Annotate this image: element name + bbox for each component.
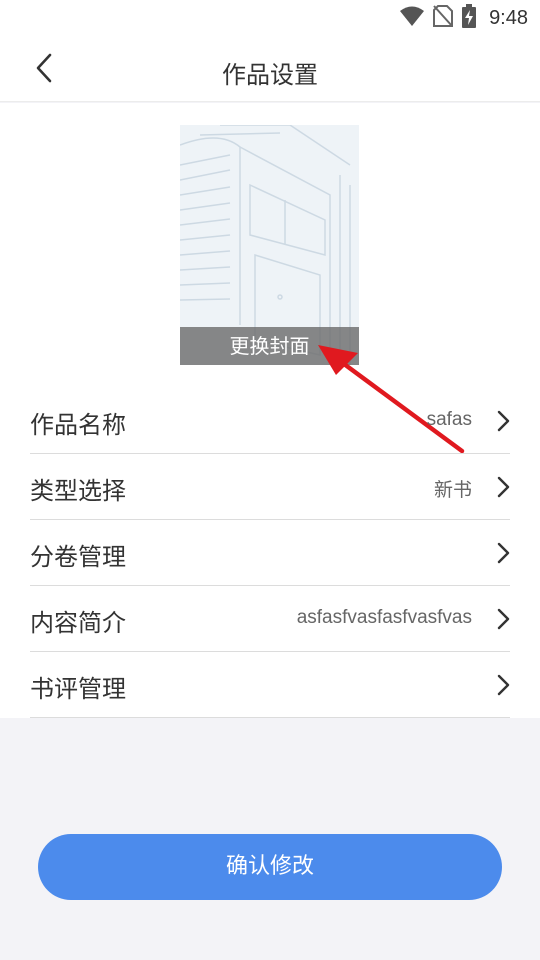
settings-panel: 更换封面 作品名称 safas 类型选择 新书 分卷管理 内容简介 asfasf… — [0, 103, 540, 718]
settings-row-volumes[interactable]: 分卷管理 — [30, 520, 510, 586]
chevron-right-icon — [497, 542, 510, 564]
row-label: 书评管理 — [30, 675, 126, 703]
app-bar: 作品设置 — [0, 36, 540, 102]
change-cover-label[interactable]: 更换封面 — [180, 327, 359, 365]
row-label: 类型选择 — [30, 477, 126, 505]
book-cover[interactable]: 更换封面 — [180, 125, 359, 365]
chevron-right-icon — [497, 410, 510, 432]
no-sim-icon — [433, 5, 454, 31]
settings-row-reviews[interactable]: 书评管理 — [30, 652, 510, 718]
row-value: 新书 — [433, 480, 472, 501]
row-label: 分卷管理 — [30, 543, 126, 571]
settings-row-synopsis[interactable]: 内容简介 asfasfvasfasfvasfvas — [30, 586, 510, 652]
chevron-right-icon — [497, 674, 510, 696]
battery-charging-icon — [461, 4, 477, 32]
row-label: 作品名称 — [30, 411, 126, 439]
status-time: 9:48 — [489, 6, 528, 29]
confirm-button[interactable]: 确认修改 — [38, 834, 502, 900]
chevron-right-icon — [497, 608, 510, 630]
settings-list: 作品名称 safas 类型选择 新书 分卷管理 内容简介 asfasfvasfa… — [30, 388, 510, 718]
row-value: safas — [426, 409, 472, 430]
status-icons: 9:48 — [399, 4, 528, 32]
row-label: 内容简介 — [30, 609, 126, 637]
status-bar: 9:48 — [0, 0, 540, 36]
page-title: 作品设置 — [222, 61, 318, 89]
chevron-right-icon — [497, 476, 510, 498]
settings-row-type[interactable]: 类型选择 新书 — [30, 454, 510, 520]
settings-row-title[interactable]: 作品名称 safas — [30, 388, 510, 454]
row-value: asfasfvasfasfvasfvas — [296, 607, 472, 628]
wifi-icon — [399, 5, 425, 31]
